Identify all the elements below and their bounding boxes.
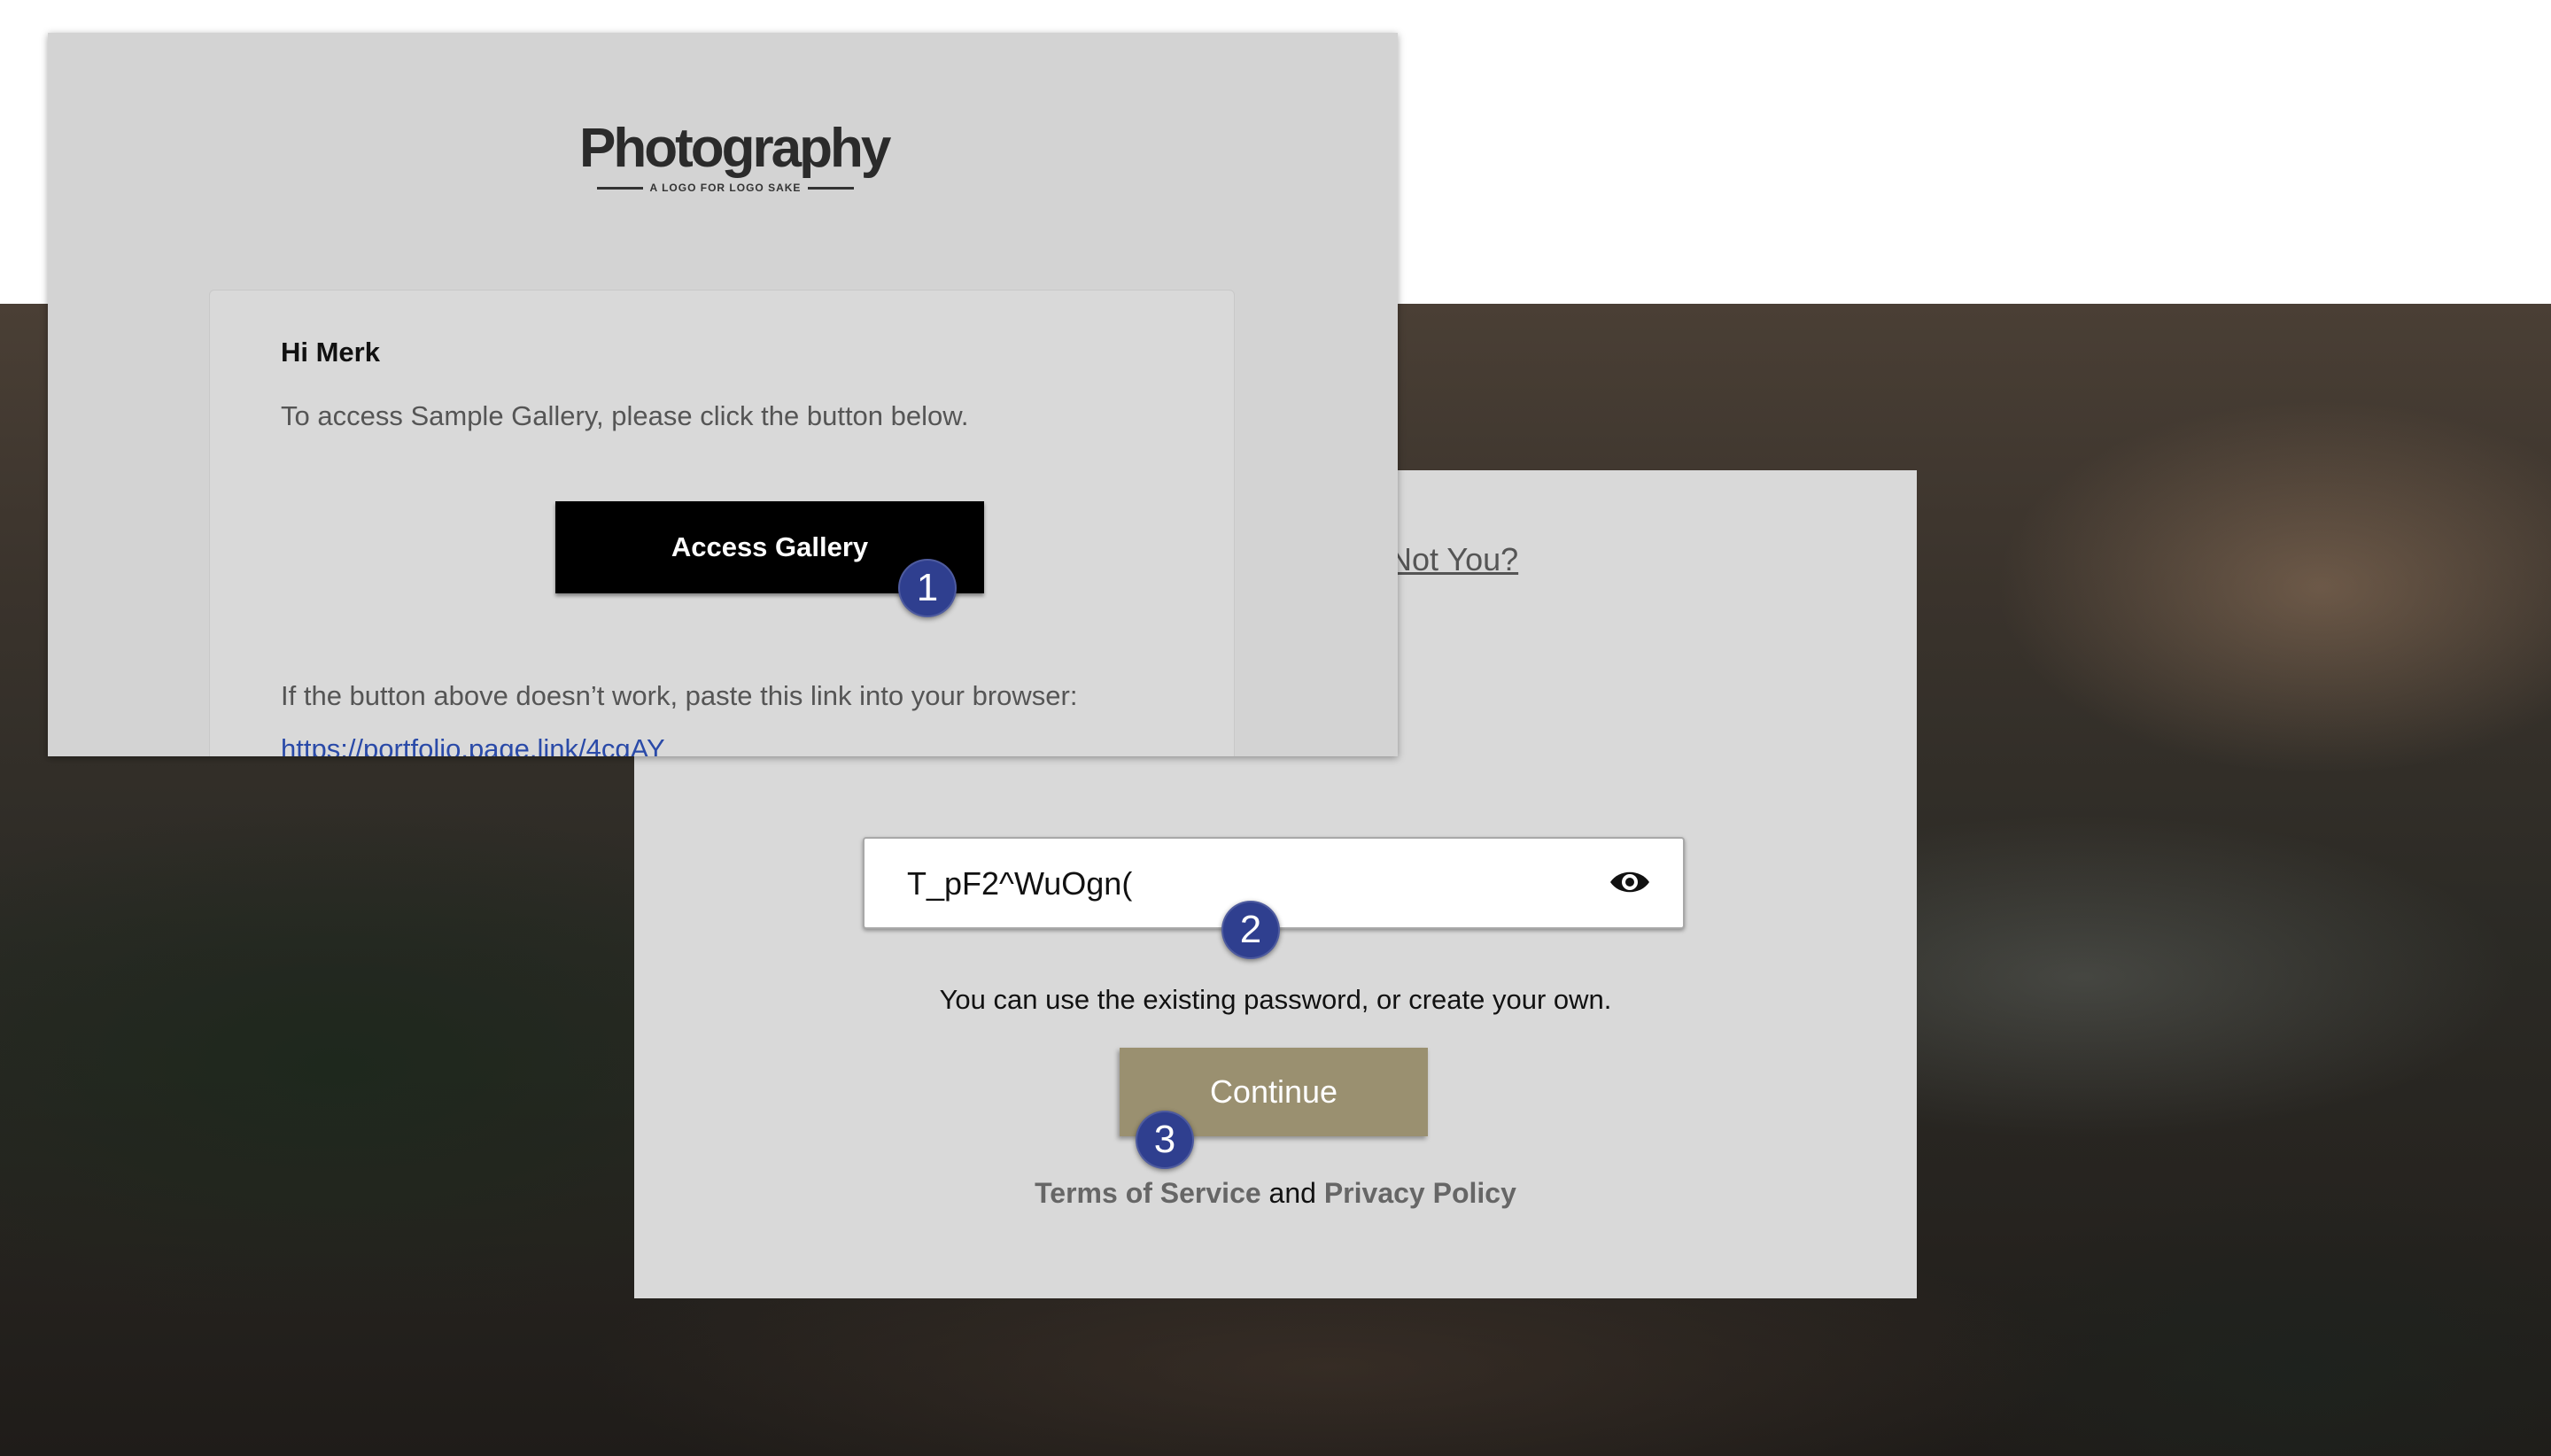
step-marker-1: 1 [898, 559, 957, 617]
terms-of-service-link[interactable]: Terms of Service [1035, 1177, 1261, 1209]
email-greeting: Hi Merk [281, 337, 380, 368]
logo-rule-left [596, 186, 643, 190]
logo-tagline-text: A LOGO FOR LOGO SAKE [649, 182, 802, 194]
email-fallback-link[interactable]: https://portfolio.page.link/4cgAY [281, 733, 665, 756]
password-helper-text: You can use the existing password, or cr… [939, 984, 1612, 1015]
email-body: Hi Merk To access Sample Gallery, please… [209, 290, 1235, 756]
email-preview-card: Photography A LOGO FOR LOGO SAKE Hi Merk… [48, 33, 1398, 756]
eye-icon[interactable] [1609, 867, 1651, 897]
email-instructions: To access Sample Gallery, please click t… [281, 400, 969, 431]
photography-logo: Photography A LOGO FOR LOGO SAKE [579, 118, 891, 195]
email-fallback-text: If the button above doesn’t work, paste … [281, 680, 1078, 711]
logo-rule-right [808, 186, 855, 190]
privacy-policy-link[interactable]: Privacy Policy [1324, 1177, 1516, 1209]
logo-tagline: A LOGO FOR LOGO SAKE [579, 182, 872, 194]
not-you-link[interactable]: Not You? [1389, 541, 1518, 578]
legal-joiner: and [1268, 1177, 1316, 1209]
step-marker-3: 3 [1136, 1111, 1194, 1169]
legal-links-row: Terms of Service and Privacy Policy [634, 1177, 1917, 1210]
password-input[interactable] [907, 865, 1580, 902]
screenshot-stage: HY n Not You? count You can use the exis… [0, 0, 2551, 1456]
logo-wordmark: Photography [579, 118, 891, 179]
step-marker-2: 2 [1221, 901, 1280, 959]
